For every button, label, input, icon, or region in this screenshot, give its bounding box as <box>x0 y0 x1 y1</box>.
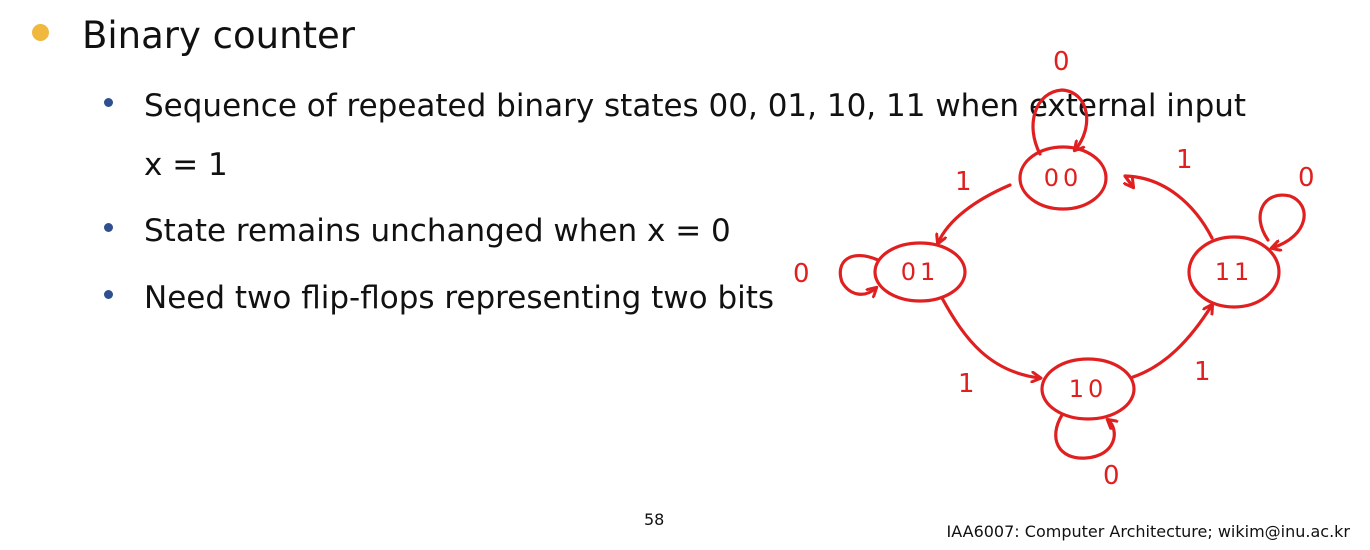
footer-course-info: IAA6007: Computer Architecture; wikim@in… <box>946 522 1350 541</box>
self-loop-label-00: 0 <box>1053 47 1070 77</box>
input-label-10-to-11: 1 <box>1194 357 1211 387</box>
state-10-circle <box>1040 357 1136 421</box>
state-diagram: 00 01 10 11 1 1 1 1 0 0 0 0 <box>793 47 1315 491</box>
heading-bullet <box>32 24 49 41</box>
state-10-label: 10 <box>1069 375 1108 403</box>
input-label-00-to-01: 1 <box>955 167 972 197</box>
transition-00-to-01 <box>938 183 1012 243</box>
input-label-11-to-00: 1 <box>1176 145 1193 175</box>
bullet-dot <box>104 223 113 232</box>
state-00-label: 00 <box>1044 164 1083 192</box>
bullet-dot <box>104 98 113 107</box>
transition-11-to-00 <box>1125 174 1214 240</box>
bullet-dot <box>104 290 113 299</box>
bullet-text-sequence: Sequence of repeated binary states 00, 0… <box>144 88 1247 124</box>
bullet-text-unchanged: State remains unchanged when x = 0 <box>144 213 731 249</box>
transition-01-to-10 <box>940 296 1040 378</box>
self-loop-01 <box>838 254 880 295</box>
state-00-circle <box>1018 145 1108 211</box>
slide-heading: Binary counter <box>82 14 356 57</box>
state-11-label: 11 <box>1215 258 1254 286</box>
input-label-01-to-10: 1 <box>958 369 975 399</box>
transition-10-to-11 <box>1131 305 1212 379</box>
self-loop-10 <box>1054 413 1115 460</box>
self-loop-label-01: 0 <box>793 259 810 289</box>
self-loop-label-11: 0 <box>1298 163 1315 193</box>
self-loop-label-10: 0 <box>1103 461 1120 491</box>
bullet-text-sequence-continued: x = 1 <box>144 147 228 183</box>
state-11-circle <box>1187 235 1281 309</box>
slide: Binary counter Sequence of repeated bina… <box>0 0 1370 550</box>
bullet-text-flip-flops: Need two flip-flops representing two bit… <box>144 280 775 316</box>
self-loop-11 <box>1258 193 1306 248</box>
page-number: 58 <box>644 510 665 529</box>
state-01-label: 01 <box>901 258 940 286</box>
state-01-circle <box>873 241 967 303</box>
